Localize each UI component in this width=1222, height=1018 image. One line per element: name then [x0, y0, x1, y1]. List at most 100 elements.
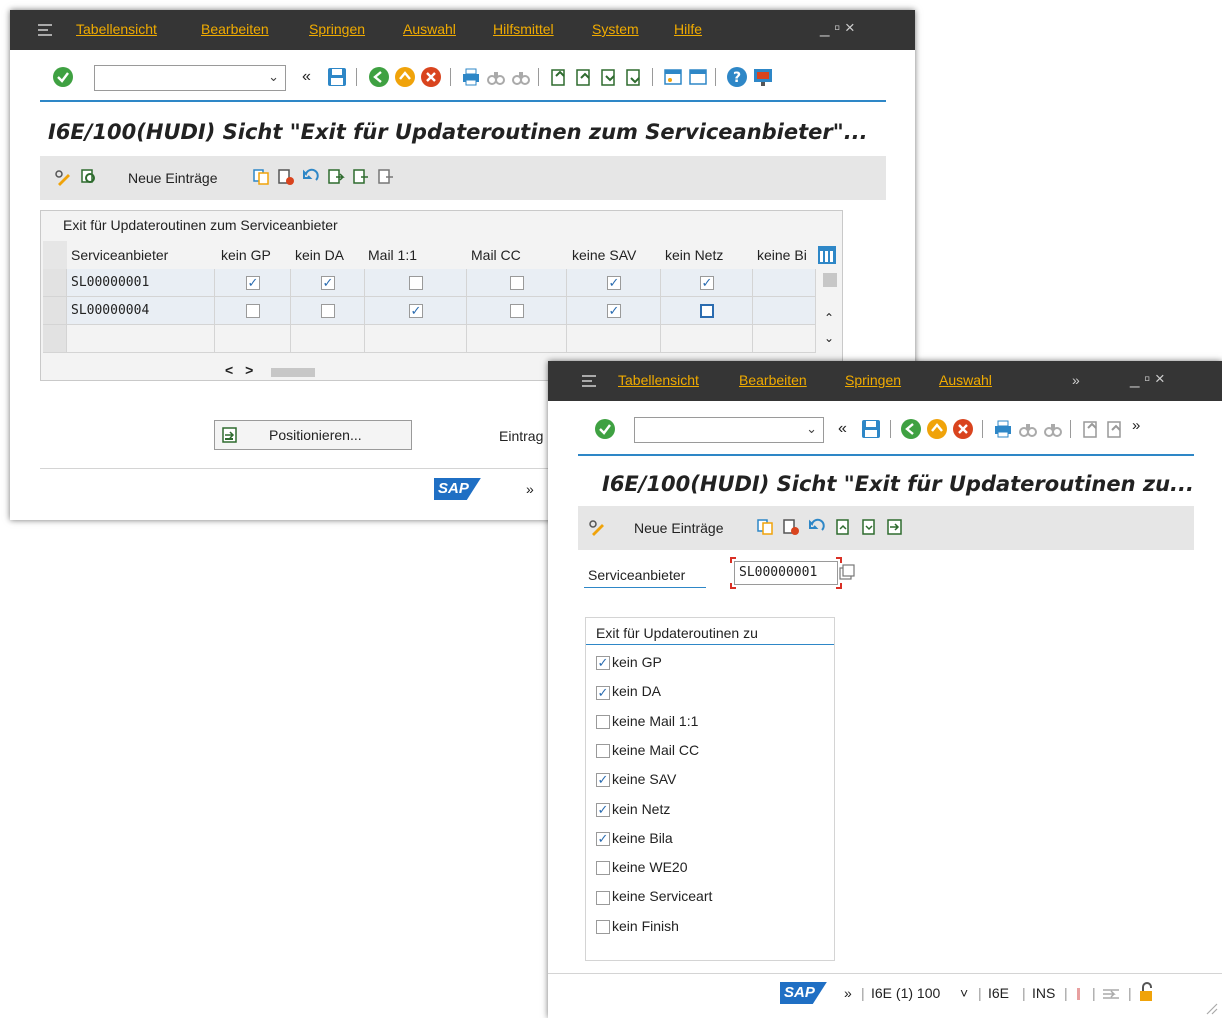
- scroll-up-icon[interactable]: ⌃: [824, 311, 834, 325]
- option-checkbox[interactable]: [596, 890, 610, 905]
- enter-check-icon[interactable]: [52, 66, 74, 88]
- table-cell[interactable]: ✓: [661, 269, 753, 322]
- menu-hilfsmittel[interactable]: Hilfsmittel: [493, 21, 554, 37]
- copy-as-icon[interactable]: [756, 518, 774, 536]
- shortcut-icon[interactable]: [687, 66, 709, 88]
- row-selector[interactable]: [43, 325, 67, 353]
- save-icon[interactable]: [860, 418, 882, 440]
- menu-system[interactable]: System: [592, 21, 639, 37]
- table-cell[interactable]: ✓: [365, 297, 467, 325]
- option-checkbox[interactable]: [596, 919, 610, 934]
- checkbox[interactable]: [321, 304, 335, 318]
- resize-grip-icon[interactable]: [1204, 1001, 1218, 1015]
- checkbox[interactable]: ✓: [700, 276, 714, 290]
- value-help-icon[interactable]: [838, 564, 856, 582]
- previous-entry-icon[interactable]: [834, 518, 852, 536]
- menu-icon[interactable]: [582, 375, 598, 387]
- table-cell[interactable]: [753, 297, 816, 325]
- undo-change-icon[interactable]: [808, 518, 826, 536]
- find-icon[interactable]: [1017, 418, 1039, 440]
- previous-page-icon[interactable]: [1104, 418, 1126, 440]
- option-item[interactable]: ✓ kein Netz: [596, 801, 670, 817]
- status-system-dropdown[interactable]: ˅: [960, 985, 968, 1001]
- option-checkbox[interactable]: ✓: [596, 802, 610, 817]
- last-page-icon[interactable]: [623, 66, 645, 88]
- option-item[interactable]: keine Mail 1:1: [596, 713, 698, 729]
- menu-tabellensicht[interactable]: Tabellensicht: [618, 372, 699, 388]
- delete-icon[interactable]: [782, 518, 800, 536]
- table-cell[interactable]: [753, 269, 816, 297]
- option-item[interactable]: ✓ kein DA: [596, 683, 661, 700]
- chevron-down-icon[interactable]: ⌄: [806, 421, 817, 437]
- column-header[interactable]: keine Bi: [757, 247, 807, 263]
- table-cell[interactable]: [467, 269, 567, 297]
- display-change-icon[interactable]: [54, 168, 72, 186]
- display-change-icon[interactable]: [588, 518, 606, 536]
- toolbar-overflow-button[interactable]: »: [1132, 417, 1140, 434]
- column-header[interactable]: Serviceanbieter: [71, 247, 168, 263]
- option-checkbox[interactable]: ✓: [596, 832, 610, 847]
- window-controls[interactable]: _ ▫ ×: [820, 18, 855, 38]
- menu-bearbeiten[interactable]: Bearbeiten: [201, 21, 269, 37]
- previous-page-icon[interactable]: [573, 66, 595, 88]
- option-checkbox[interactable]: ✓: [596, 656, 610, 671]
- table-cell[interactable]: SL00000004: [67, 297, 215, 325]
- cancel-icon[interactable]: [420, 66, 442, 88]
- save-icon[interactable]: [326, 66, 348, 88]
- print-icon[interactable]: [460, 66, 482, 88]
- option-checkbox[interactable]: ✓: [596, 685, 610, 700]
- menu-overflow-button[interactable]: »: [1072, 372, 1080, 388]
- create-session-icon[interactable]: [662, 66, 684, 88]
- column-header[interactable]: Mail CC: [471, 247, 521, 263]
- menu-auswahl[interactable]: Auswahl: [403, 21, 456, 37]
- menu-auswahl[interactable]: Auswahl: [939, 372, 992, 388]
- checkbox[interactable]: ✓: [607, 304, 621, 318]
- checkbox[interactable]: [510, 304, 524, 318]
- horizontal-scrollbar-thumb[interactable]: [271, 368, 315, 377]
- status-expand-button[interactable]: »: [844, 985, 852, 1001]
- checkbox[interactable]: [409, 276, 423, 290]
- command-field[interactable]: ⌄: [634, 417, 824, 443]
- next-entry-icon[interactable]: [860, 518, 878, 536]
- help-icon[interactable]: ?: [726, 66, 748, 88]
- first-page-icon[interactable]: [1080, 418, 1102, 440]
- menu-hilfe[interactable]: Hilfe: [674, 21, 702, 37]
- checkbox[interactable]: ✓: [321, 276, 335, 290]
- option-checkbox[interactable]: ✓: [596, 773, 610, 788]
- option-item[interactable]: keine Mail CC: [596, 742, 699, 759]
- customize-layout-icon[interactable]: [752, 66, 774, 88]
- scrollbar-thumb[interactable]: [823, 273, 837, 287]
- checkbox[interactable]: [246, 304, 260, 318]
- new-entries-button[interactable]: Neue Einträge: [634, 520, 724, 536]
- column-header[interactable]: kein Netz: [665, 247, 723, 263]
- column-settings-icon[interactable]: [817, 245, 837, 265]
- scroll-down-icon[interactable]: ⌄: [824, 331, 834, 345]
- position-button[interactable]: Positionieren...: [214, 420, 412, 450]
- unlock-icon[interactable]: [1138, 982, 1156, 1002]
- option-checkbox[interactable]: [596, 744, 610, 759]
- column-header[interactable]: kein DA: [295, 247, 344, 263]
- vertical-scrollbar[interactable]: ⌃ ⌄: [819, 269, 841, 357]
- deselect-all-icon[interactable]: [377, 168, 395, 186]
- checkbox[interactable]: ✓: [409, 304, 423, 318]
- table-cell[interactable]: SL00000001: [67, 269, 215, 297]
- option-item[interactable]: kein Finish: [596, 918, 679, 934]
- option-item[interactable]: ✓ keine SAV: [596, 771, 676, 788]
- option-item[interactable]: ✓ kein GP: [596, 654, 662, 671]
- menu-springen[interactable]: Springen: [309, 21, 365, 37]
- find-icon[interactable]: [485, 66, 507, 88]
- table-cell[interactable]: ✓: [567, 269, 661, 297]
- table-cell[interactable]: ✓: [567, 297, 661, 325]
- checkbox[interactable]: ✓: [607, 276, 621, 290]
- select-block-icon[interactable]: [352, 168, 370, 186]
- column-header[interactable]: Mail 1:1: [368, 247, 417, 263]
- delete-icon[interactable]: [277, 168, 295, 186]
- details-icon[interactable]: [80, 168, 98, 186]
- row-selector[interactable]: [43, 297, 67, 325]
- nav-back-symbol[interactable]: «: [838, 420, 847, 438]
- enter-check-icon[interactable]: [594, 418, 616, 440]
- table-cell[interactable]: ✓: [291, 269, 365, 297]
- select-all-icon[interactable]: [327, 168, 345, 186]
- print-icon[interactable]: [992, 418, 1014, 440]
- back-icon[interactable]: [900, 418, 922, 440]
